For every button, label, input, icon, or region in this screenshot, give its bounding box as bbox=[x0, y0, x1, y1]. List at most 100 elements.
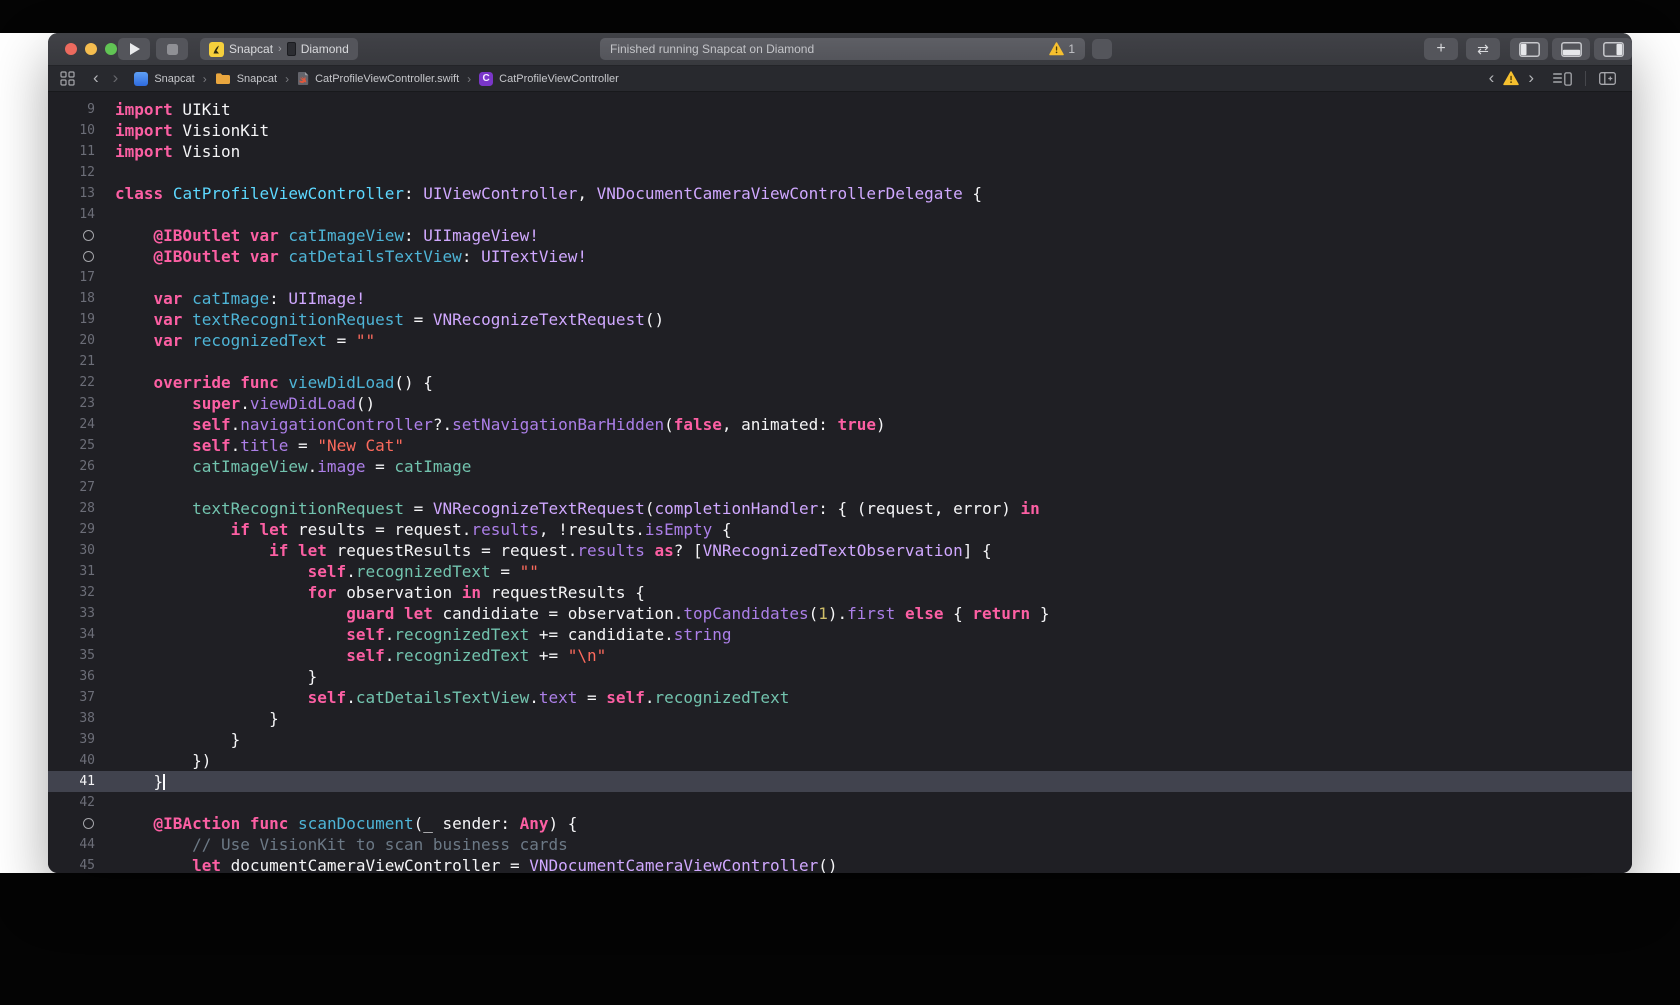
code-line-31[interactable]: 31 self.recognizedText = "" bbox=[48, 561, 1632, 582]
navigate-forward-button[interactable]: › bbox=[113, 69, 119, 86]
line-number[interactable]: 39 bbox=[48, 729, 95, 750]
code-line-22[interactable]: 22 override func viewDidLoad() { bbox=[48, 372, 1632, 393]
line-number[interactable]: 38 bbox=[48, 708, 95, 729]
line-number[interactable]: 17 bbox=[48, 267, 95, 288]
fullscreen-window-button[interactable] bbox=[105, 43, 117, 55]
previous-issue-button[interactable]: ‹ bbox=[1489, 69, 1495, 86]
code-line-24[interactable]: 24 self.navigationController?.setNavigat… bbox=[48, 414, 1632, 435]
line-number[interactable]: 24 bbox=[48, 414, 95, 435]
code-line-16[interactable]: @IBOutlet var catDetailsTextView: UIText… bbox=[48, 246, 1632, 267]
code-line-29[interactable]: 29 if let results = request.results, !re… bbox=[48, 519, 1632, 540]
outlet-connection-circle-icon[interactable] bbox=[83, 818, 94, 829]
line-number[interactable]: 12 bbox=[48, 162, 95, 183]
line-number[interactable]: 20 bbox=[48, 330, 95, 351]
issue-warning-button[interactable] bbox=[1503, 71, 1519, 86]
line-number[interactable]: 13 bbox=[48, 183, 95, 204]
editor-swap-button[interactable]: ⇄ bbox=[1466, 38, 1500, 60]
line-number[interactable]: 36 bbox=[48, 666, 95, 687]
code-line-41[interactable]: 41 } bbox=[48, 771, 1632, 792]
line-number[interactable]: 14 bbox=[48, 204, 95, 225]
next-issue-button[interactable]: › bbox=[1528, 69, 1534, 86]
line-number[interactable]: 34 bbox=[48, 624, 95, 645]
line-number[interactable]: 31 bbox=[48, 561, 95, 582]
stop-button[interactable] bbox=[156, 38, 188, 60]
line-number[interactable]: 18 bbox=[48, 288, 95, 309]
code-line-21[interactable]: 21 bbox=[48, 351, 1632, 372]
code-line-11[interactable]: 11import Vision bbox=[48, 141, 1632, 162]
connection-gutter[interactable] bbox=[48, 246, 95, 267]
line-number[interactable]: 10 bbox=[48, 120, 95, 141]
line-number[interactable]: 42 bbox=[48, 792, 95, 813]
code-line-20[interactable]: 20 var recognizedText = "" bbox=[48, 330, 1632, 351]
code-line-37[interactable]: 37 self.catDetailsTextView.text = self.r… bbox=[48, 687, 1632, 708]
connection-gutter[interactable] bbox=[48, 225, 95, 246]
line-number[interactable]: 35 bbox=[48, 645, 95, 666]
code-line-34[interactable]: 34 self.recognizedText += candidiate.str… bbox=[48, 624, 1632, 645]
add-editor-button[interactable] bbox=[1599, 72, 1616, 85]
code-line-43[interactable]: @IBAction func scanDocument(_ sender: An… bbox=[48, 813, 1632, 834]
code-line-26[interactable]: 26 catImageView.image = catImage bbox=[48, 456, 1632, 477]
navigate-back-button[interactable]: ‹ bbox=[93, 69, 99, 86]
code-line-12[interactable]: 12 bbox=[48, 162, 1632, 183]
code-line-45[interactable]: 45 let documentCameraViewController = VN… bbox=[48, 855, 1632, 873]
code-line-14[interactable]: 14 bbox=[48, 204, 1632, 225]
line-number[interactable]: 22 bbox=[48, 372, 95, 393]
line-number[interactable]: 40 bbox=[48, 750, 95, 771]
line-number[interactable]: 37 bbox=[48, 687, 95, 708]
code-line-33[interactable]: 33 guard let candidiate = observation.to… bbox=[48, 603, 1632, 624]
toolbar-extra-button[interactable] bbox=[1092, 39, 1112, 59]
code-line-23[interactable]: 23 super.viewDidLoad() bbox=[48, 393, 1632, 414]
code-line-19[interactable]: 19 var textRecognitionRequest = VNRecogn… bbox=[48, 309, 1632, 330]
close-window-button[interactable] bbox=[65, 43, 77, 55]
toggle-navigator-button[interactable] bbox=[1510, 38, 1548, 60]
line-number[interactable]: 25 bbox=[48, 435, 95, 456]
line-number[interactable]: 44 bbox=[48, 834, 95, 855]
outlet-connection-circle-icon[interactable] bbox=[83, 251, 94, 262]
code-line-39[interactable]: 39 } bbox=[48, 729, 1632, 750]
toggle-inspector-button[interactable] bbox=[1594, 38, 1632, 60]
breadcrumb-project[interactable]: Snapcat bbox=[134, 72, 194, 86]
code-line-28[interactable]: 28 textRecognitionRequest = VNRecognizeT… bbox=[48, 498, 1632, 519]
code-line-38[interactable]: 38 } bbox=[48, 708, 1632, 729]
code-line-35[interactable]: 35 self.recognizedText += "\n" bbox=[48, 645, 1632, 666]
warning-badge[interactable]: 1 bbox=[1049, 42, 1075, 56]
code-line-44[interactable]: 44 // Use VisionKit to scan business car… bbox=[48, 834, 1632, 855]
line-number[interactable]: 29 bbox=[48, 519, 95, 540]
breadcrumb-group[interactable]: Snapcat bbox=[215, 72, 277, 85]
code-line-9[interactable]: 9import UIKit bbox=[48, 99, 1632, 120]
breadcrumb-file[interactable]: CatProfileViewController.swift bbox=[297, 71, 459, 86]
toggle-debug-area-button[interactable] bbox=[1552, 38, 1590, 60]
code-line-17[interactable]: 17 bbox=[48, 267, 1632, 288]
code-editor[interactable]: 89import UIKit10import VisionKit11import… bbox=[48, 92, 1632, 873]
line-number[interactable]: 27 bbox=[48, 477, 95, 498]
library-add-button[interactable]: + bbox=[1424, 38, 1458, 60]
code-line-27[interactable]: 27 bbox=[48, 477, 1632, 498]
related-items-button[interactable] bbox=[60, 71, 75, 86]
line-number[interactable]: 8 bbox=[48, 92, 95, 99]
line-number[interactable]: 32 bbox=[48, 582, 95, 603]
code-line-8[interactable]: 8 bbox=[48, 92, 1632, 99]
line-number[interactable]: 9 bbox=[48, 99, 95, 120]
code-line-13[interactable]: 13class CatProfileViewController: UIView… bbox=[48, 183, 1632, 204]
breadcrumb-symbol[interactable]: C CatProfileViewController bbox=[479, 72, 619, 86]
code-line-40[interactable]: 40 }) bbox=[48, 750, 1632, 771]
code-line-25[interactable]: 25 self.title = "New Cat" bbox=[48, 435, 1632, 456]
line-number[interactable]: 33 bbox=[48, 603, 95, 624]
editor-options-button[interactable] bbox=[1553, 72, 1572, 86]
line-number[interactable]: 26 bbox=[48, 456, 95, 477]
code-line-42[interactable]: 42 bbox=[48, 792, 1632, 813]
line-number[interactable]: 28 bbox=[48, 498, 95, 519]
line-number[interactable]: 23 bbox=[48, 393, 95, 414]
scheme-selector[interactable]: Snapcat › Diamond bbox=[200, 38, 358, 60]
code-line-10[interactable]: 10import VisionKit bbox=[48, 120, 1632, 141]
line-number[interactable]: 45 bbox=[48, 855, 95, 873]
code-line-15[interactable]: @IBOutlet var catImageView: UIImageView! bbox=[48, 225, 1632, 246]
line-number[interactable]: 41 bbox=[48, 771, 95, 792]
code-line-32[interactable]: 32 for observation in requestResults { bbox=[48, 582, 1632, 603]
line-number[interactable]: 11 bbox=[48, 141, 95, 162]
run-button[interactable] bbox=[118, 38, 150, 60]
line-number[interactable]: 21 bbox=[48, 351, 95, 372]
minimize-window-button[interactable] bbox=[85, 43, 97, 55]
code-line-36[interactable]: 36 } bbox=[48, 666, 1632, 687]
line-number[interactable]: 19 bbox=[48, 309, 95, 330]
